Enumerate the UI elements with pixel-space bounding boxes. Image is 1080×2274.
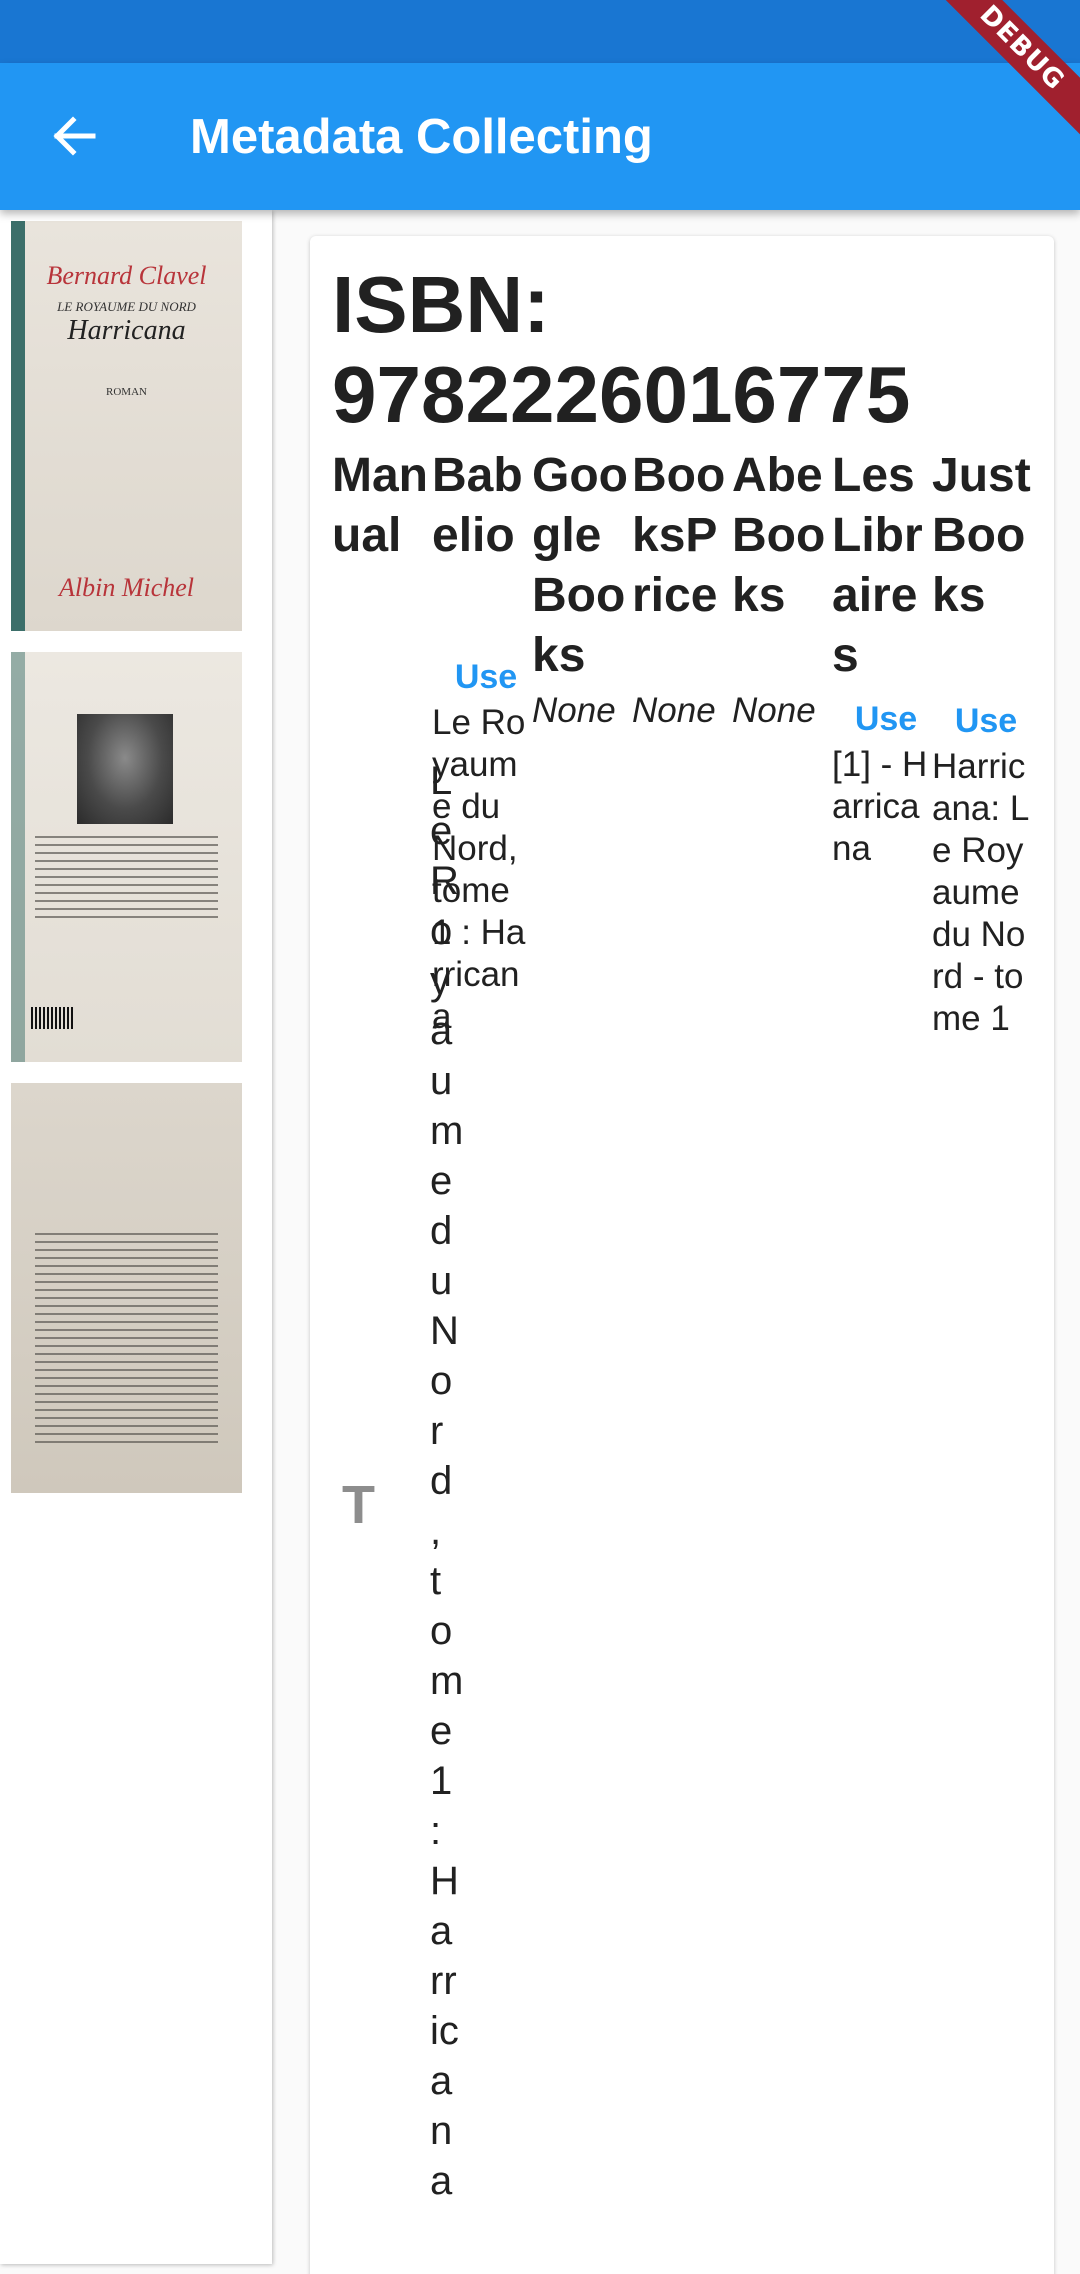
column-abebooks: AbeBooks None (732, 446, 832, 732)
isbn-heading: ISBN: 9782226016775 (332, 260, 911, 439)
cover-genre: ROMAN (106, 386, 147, 398)
column-manual: Manual (332, 446, 432, 566)
column-header: AbeBooks (732, 449, 826, 622)
status-text: None (632, 691, 716, 730)
arrow-back-icon (53, 116, 96, 156)
metadata-card: ISBN: 9782226016775 Manual Babelio Use L… (310, 236, 1054, 2274)
column-header: JustBooks (932, 449, 1031, 622)
author-portrait (77, 714, 173, 824)
image-column: Bernard Clavel LE ROYAUME DU NORD Harric… (0, 210, 272, 2264)
use-button-leslibraires[interactable]: Use (848, 698, 924, 740)
cover-image[interactable]: Bernard Clavel LE ROYAUME DU NORD Harric… (11, 221, 242, 631)
cover-author: Bernard Clavel (46, 261, 207, 290)
column-header: Babelio (432, 449, 523, 562)
use-button-babelio[interactable]: Use (448, 656, 524, 698)
column-header: Manual (332, 449, 428, 562)
app-title: Metadata Collecting (190, 109, 653, 164)
text-field-icon: T (342, 1475, 375, 1535)
back-cover-text (35, 836, 218, 918)
cover-series: LE ROYAUME DU NORD (57, 299, 196, 314)
status-text: None (732, 691, 816, 730)
app-bar: Metadata Collecting (0, 63, 1080, 210)
back-cover-image[interactable] (11, 652, 242, 1062)
page-image[interactable] (11, 1083, 242, 1493)
barcode (31, 1007, 75, 1029)
column-header: GoogleBooks (532, 449, 628, 682)
column-googlebooks: GoogleBooks None (532, 446, 632, 732)
page-text (35, 1233, 218, 1443)
manual-title-field[interactable]: Le Royaume du Nord, tome 1 : Harricana (430, 756, 463, 2206)
column-booksprice: BooksPrice None (632, 446, 732, 732)
cover-title: Harricana (67, 315, 186, 346)
column-header: LesLibraires (832, 449, 923, 682)
column-header: BooksPrice (632, 449, 726, 622)
status-bar (0, 0, 1080, 63)
cover-publisher: Albin Michel (58, 573, 194, 602)
column-value: [1] - Harricana (832, 745, 928, 868)
status-text: None (532, 691, 616, 730)
use-button-justbooks[interactable]: Use (948, 700, 1024, 742)
back-button[interactable] (32, 101, 116, 171)
column-leslibraires: LesLibraires Use [1] - Harricana (832, 446, 932, 870)
column-value: Harricana: Le Royaume du Nord - tome 1 (932, 747, 1030, 1038)
column-justbooks: JustBooks Use Harricana: Le Royaume du N… (932, 446, 1032, 1040)
